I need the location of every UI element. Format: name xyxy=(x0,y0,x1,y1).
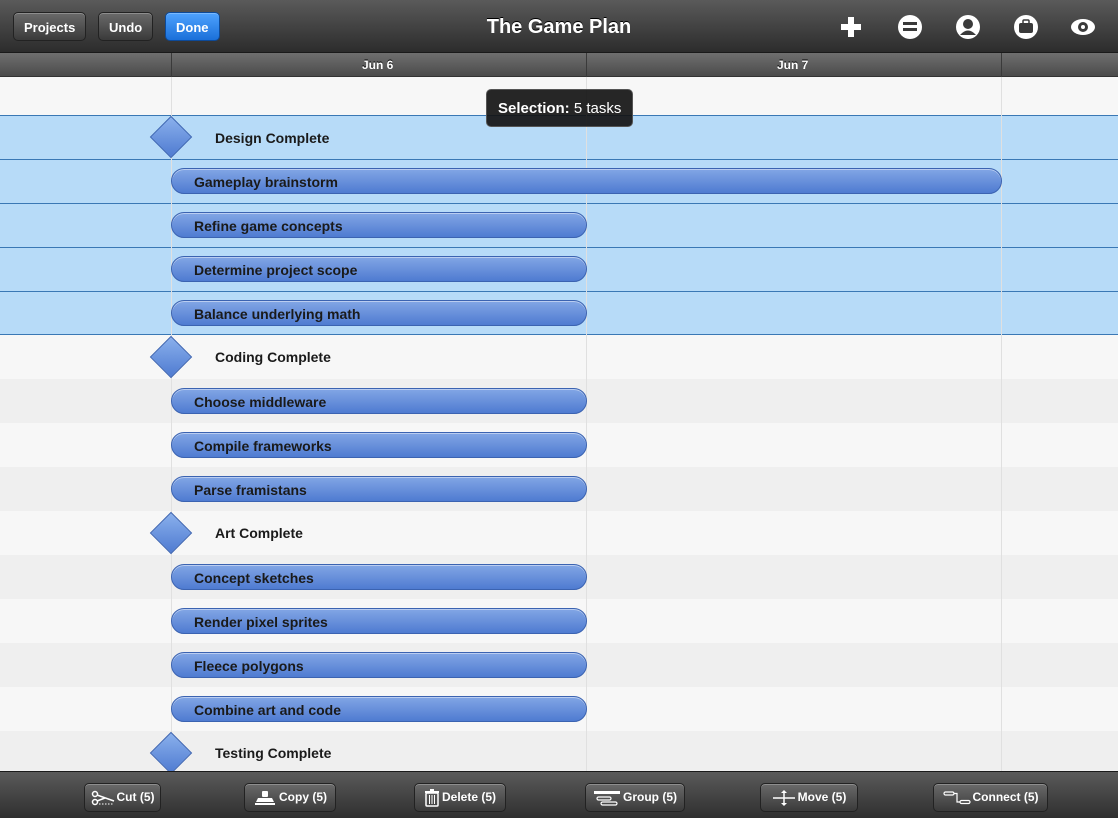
copy-button[interactable]: Copy (5) xyxy=(244,783,336,812)
task-bar[interactable]: Gameplay brainstorm xyxy=(171,168,1002,194)
group-button[interactable]: Group (5) xyxy=(585,783,685,812)
task-label: Compile frameworks xyxy=(194,438,332,454)
milestone-label: Art Complete xyxy=(215,525,303,541)
task-bar[interactable]: Combine art and code xyxy=(171,696,587,722)
date-label: Jun 6 xyxy=(362,58,394,72)
selection-count: 5 tasks xyxy=(573,100,622,117)
task-bar[interactable]: Fleece polygons xyxy=(171,652,587,678)
eye-icon[interactable] xyxy=(1070,14,1096,40)
page-title: The Game Plan xyxy=(486,16,632,38)
move-button[interactable]: Move (5) xyxy=(760,783,858,812)
briefcase-icon[interactable] xyxy=(1013,14,1039,40)
gantt-chart: Design Complete Gameplay brainstorm Refi… xyxy=(0,77,1118,771)
connect-button[interactable]: Connect (5) xyxy=(933,783,1048,812)
scissors-icon xyxy=(91,790,114,805)
cut-label: Cut (5) xyxy=(116,790,155,804)
task-label: Fleece polygons xyxy=(194,658,304,674)
task-label: Determine project scope xyxy=(194,262,358,278)
date-label: Jun 7 xyxy=(777,58,809,72)
task-label: Gameplay brainstorm xyxy=(194,174,338,190)
task-label: Render pixel sprites xyxy=(194,614,328,630)
task-label: Balance underlying math xyxy=(194,306,361,322)
group-label: Group (5) xyxy=(623,790,677,804)
date-column: Jun 6 xyxy=(171,53,586,77)
task-bar[interactable]: Render pixel sprites xyxy=(171,608,587,634)
task-label: Combine art and code xyxy=(194,702,342,718)
bottom-toolbar: Cut (5) Copy (5) Delete (5) Group (5) Mo… xyxy=(0,771,1118,818)
group-icon xyxy=(594,790,620,806)
task-bar[interactable]: Determine project scope xyxy=(171,256,587,282)
copy-stamp-icon xyxy=(255,790,275,805)
date-column xyxy=(1001,53,1118,77)
add-icon[interactable] xyxy=(838,14,864,40)
minus-circle-icon[interactable] xyxy=(897,14,923,40)
task-label: Parse framistans xyxy=(194,482,307,498)
selection-prefix: Selection: xyxy=(498,100,570,117)
selection-tooltip: Selection: 5 tasks xyxy=(486,89,634,127)
trash-icon xyxy=(424,788,439,807)
task-label: Concept sketches xyxy=(194,570,314,586)
delete-label: Delete (5) xyxy=(441,790,497,804)
task-bar[interactable]: Balance underlying math xyxy=(171,300,587,326)
task-label: Refine game concepts xyxy=(194,218,343,234)
task-bar[interactable]: Choose middleware xyxy=(171,388,587,414)
task-bar[interactable]: Refine game concepts xyxy=(171,212,587,238)
delete-button[interactable]: Delete (5) xyxy=(414,783,506,812)
date-column: Jun 7 xyxy=(586,53,1001,77)
move-label: Move (5) xyxy=(797,790,847,804)
task-bar[interactable]: Compile frameworks xyxy=(171,432,587,458)
milestone-label: Coding Complete xyxy=(215,349,331,365)
milestone-label: Testing Complete xyxy=(215,745,332,761)
task-bar[interactable]: Concept sketches xyxy=(171,564,587,590)
person-icon[interactable] xyxy=(955,14,981,40)
cut-button[interactable]: Cut (5) xyxy=(84,783,161,812)
milestone-label: Design Complete xyxy=(215,130,330,146)
connect-label: Connect (5) xyxy=(972,790,1039,804)
connect-icon xyxy=(942,790,971,804)
move-icon xyxy=(772,789,795,806)
top-toolbar: Projects Undo Done The Game Plan xyxy=(0,0,1118,53)
task-label: Choose middleware xyxy=(194,394,327,410)
copy-label: Copy (5) xyxy=(279,790,327,804)
date-header: Jun 6 Jun 7 xyxy=(0,53,1118,77)
task-bar[interactable]: Parse framistans xyxy=(171,476,587,502)
